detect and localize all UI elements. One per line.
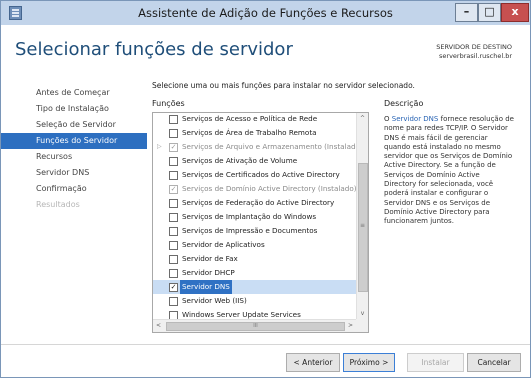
role-checkbox: ✓ bbox=[169, 143, 178, 152]
role-row[interactable]: Serviços de Federação do Active Director… bbox=[153, 196, 356, 210]
role-checkbox[interactable] bbox=[169, 199, 178, 208]
footer-divider bbox=[1, 344, 530, 345]
role-checkbox[interactable] bbox=[169, 227, 178, 236]
scroll-up-button[interactable]: ^ bbox=[357, 113, 368, 124]
horizontal-scroll-thumb[interactable]: III bbox=[166, 322, 345, 331]
description-text-post: fornece resolução de nome para redes TCP… bbox=[384, 115, 514, 226]
role-row[interactable]: Serviços de Impressão e Documentos bbox=[153, 224, 356, 238]
role-checkbox[interactable] bbox=[169, 157, 178, 166]
role-row[interactable]: Serviços de Área de Trabalho Remota bbox=[153, 126, 356, 140]
grip-icon: ≡ bbox=[360, 222, 366, 229]
role-label: Serviços de Acesso e Política de Rede bbox=[182, 114, 318, 123]
scrollbar-corner bbox=[356, 319, 368, 332]
previous-button[interactable]: < Anterior bbox=[286, 353, 340, 372]
nav-step[interactable]: Antes de Começar bbox=[1, 85, 147, 101]
role-checkbox[interactable] bbox=[169, 297, 178, 306]
wizard-window: Assistente de Adição de Funções e Recurs… bbox=[0, 0, 531, 378]
nav-step[interactable]: Seleção de Servidor bbox=[1, 117, 147, 133]
instructions-text: Selecione uma ou mais funções para insta… bbox=[152, 81, 415, 90]
description-link[interactable]: Servidor DNS bbox=[392, 115, 439, 123]
role-label: Servidor DNS bbox=[180, 280, 232, 294]
nav-step[interactable]: Funções do Servidor bbox=[1, 133, 147, 149]
scroll-down-button[interactable]: v bbox=[357, 308, 368, 319]
page-title: Selecionar funções de servidor bbox=[15, 39, 293, 60]
vertical-scrollbar[interactable]: ^ ≡ v bbox=[356, 113, 368, 319]
horizontal-scrollbar[interactable]: < III > bbox=[153, 319, 356, 332]
role-checkbox[interactable] bbox=[169, 213, 178, 222]
next-button[interactable]: Próximo > bbox=[343, 353, 395, 372]
nav-step[interactable]: Confirmação bbox=[1, 181, 147, 197]
role-label: Servidor Web (IIS) bbox=[182, 296, 247, 305]
role-row[interactable]: ✓ Servidor DNS bbox=[153, 280, 356, 294]
vertical-scroll-thumb[interactable]: ≡ bbox=[358, 163, 368, 292]
window-title: Assistente de Adição de Funções e Recurs… bbox=[138, 6, 393, 20]
role-checkbox[interactable] bbox=[169, 171, 178, 180]
role-row[interactable]: Serviços de Certificados do Active Direc… bbox=[153, 168, 356, 182]
role-label: Serviços de Arquivo e Armazenamento (Ins… bbox=[182, 142, 363, 151]
title-bar[interactable]: Assistente de Adição de Funções e Recurs… bbox=[1, 1, 530, 25]
minimize-button[interactable]: – bbox=[455, 3, 478, 22]
destination-server: SERVIDOR DE DESTINO serverbrasil.ruschel… bbox=[436, 43, 512, 61]
install-button[interactable]: Instalar bbox=[407, 353, 464, 372]
role-row[interactable]: Serviços de Ativação de Volume bbox=[153, 154, 356, 168]
role-checkbox[interactable]: ✓ bbox=[169, 283, 178, 292]
role-label: Serviços de Ativação de Volume bbox=[182, 156, 298, 165]
role-label: Servidor de Aplicativos bbox=[182, 240, 265, 249]
role-description: O Servidor DNS fornece resolução de nome… bbox=[384, 115, 514, 227]
role-checkbox[interactable] bbox=[169, 269, 178, 278]
role-label: Serviços de Impressão e Documentos bbox=[182, 226, 318, 235]
close-button[interactable]: x bbox=[501, 3, 529, 22]
wizard-steps-nav: Antes de Começar Tipo de Instalação Seleçã… bbox=[1, 85, 147, 213]
role-label: Serviços de Implantação do Windows bbox=[182, 212, 317, 221]
nav-step[interactable]: Servidor DNS bbox=[1, 165, 147, 181]
maximize-button[interactable]: □ bbox=[478, 3, 501, 22]
role-row[interactable]: Servidor DHCP bbox=[153, 266, 356, 280]
destination-label: SERVIDOR DE DESTINO bbox=[436, 43, 512, 51]
destination-server-name: serverbrasil.ruschel.br bbox=[439, 52, 512, 60]
expand-arrow-icon[interactable]: ▷ bbox=[157, 140, 162, 154]
role-checkbox[interactable] bbox=[169, 129, 178, 138]
role-checkbox[interactable] bbox=[169, 115, 178, 124]
nav-step: Resultados bbox=[36, 200, 80, 209]
role-label: Servidor de Fax bbox=[182, 254, 238, 263]
role-row[interactable]: Servidor de Aplicativos bbox=[153, 238, 356, 252]
role-checkbox[interactable] bbox=[169, 241, 178, 250]
role-checkbox: ✓ bbox=[169, 185, 178, 194]
description-text-pre: O bbox=[384, 115, 392, 123]
role-row[interactable]: Serviços de Acesso e Política de Rede bbox=[153, 113, 356, 126]
role-label: Servidor DHCP bbox=[182, 268, 235, 277]
role-label: Serviços de Domínio Active Directory (In… bbox=[182, 184, 357, 193]
description-header: Descrição bbox=[384, 99, 424, 108]
role-row[interactable]: Serviços de Implantação do Windows bbox=[153, 210, 356, 224]
role-row[interactable]: ✓ Serviços de Domínio Active Directory (I… bbox=[153, 182, 357, 196]
roles-list[interactable]: Serviços de Acesso e Política de Rede Ser… bbox=[152, 112, 369, 333]
role-label: Serviços de Área de Trabalho Remota bbox=[182, 128, 317, 137]
role-row[interactable]: Servidor Web (IIS) bbox=[153, 294, 356, 308]
role-checkbox[interactable] bbox=[169, 255, 178, 264]
role-label: Serviços de Federação do Active Director… bbox=[182, 198, 335, 207]
roles-header: Funções bbox=[152, 99, 185, 108]
scroll-left-button[interactable]: < bbox=[153, 320, 164, 332]
nav-step[interactable]: Tipo de Instalação bbox=[1, 101, 147, 117]
scroll-right-button[interactable]: > bbox=[345, 320, 356, 332]
role-label: Serviços de Certificados do Active Direc… bbox=[182, 170, 340, 179]
nav-step[interactable]: Recursos bbox=[1, 149, 147, 165]
role-row[interactable]: Servidor de Fax bbox=[153, 252, 356, 266]
role-row[interactable]: ▷ ✓ Serviços de Arquivo e Armazenamento (I… bbox=[153, 140, 363, 154]
cancel-button[interactable]: Cancelar bbox=[467, 353, 521, 372]
